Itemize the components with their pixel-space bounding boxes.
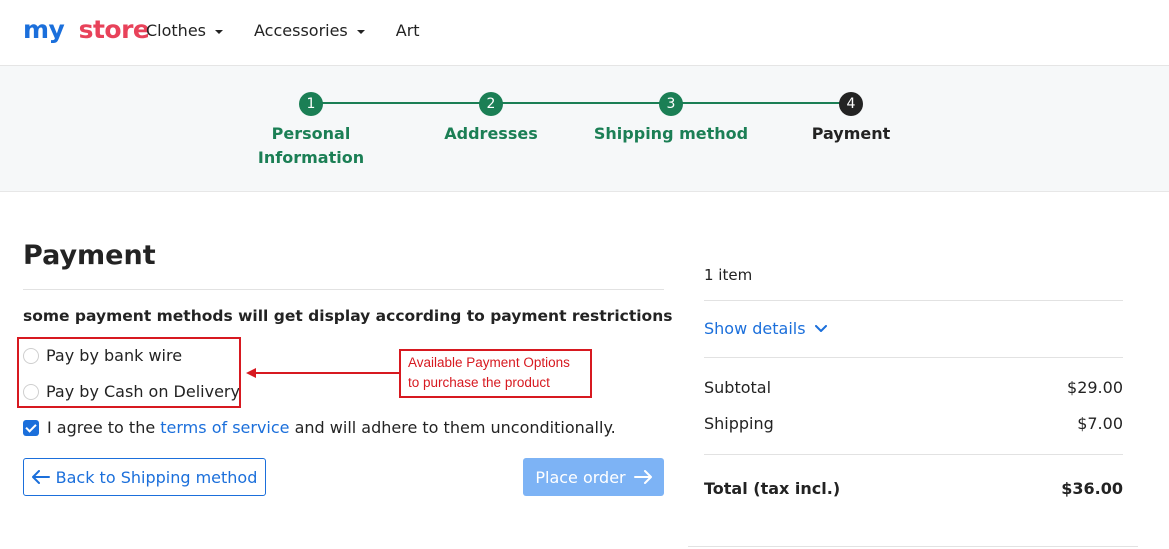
arrow-left-icon — [246, 368, 256, 378]
step-number: 4 — [839, 92, 863, 116]
nav-item-clothes[interactable]: Clothes — [146, 20, 223, 42]
logo-part-store: store — [78, 15, 150, 44]
step-shipping-method[interactable]: 3 Shipping method — [591, 92, 751, 146]
step-label: Addresses — [444, 124, 538, 143]
divider — [704, 454, 1123, 455]
divider — [704, 357, 1123, 358]
step-label-line: Information — [257, 148, 365, 167]
terms-of-service-link[interactable]: terms of service — [160, 418, 289, 437]
page-title: Payment — [23, 240, 156, 271]
summary-value: $29.00 — [1067, 378, 1123, 397]
checkout-stepper: 1 Personal Information 2 Addresses 3 Shi… — [0, 66, 1169, 192]
chevron-down-icon — [356, 29, 365, 34]
step-number: 3 — [659, 92, 683, 116]
summary-label: Shipping — [704, 414, 774, 433]
arrow-left-icon — [31, 470, 50, 484]
terms-agreement: I agree to the terms of service and will… — [23, 417, 616, 439]
divider — [23, 289, 664, 290]
back-to-shipping-button[interactable]: Back to Shipping method — [23, 458, 266, 496]
divider — [688, 546, 1138, 547]
divider — [704, 300, 1123, 301]
place-order-label: Place order — [535, 467, 626, 487]
nav-item-accessories[interactable]: Accessories — [254, 20, 365, 42]
summary-value: $36.00 — [1061, 479, 1123, 498]
annotation-text: Available Payment Options — [408, 355, 570, 370]
nav-item-label: Clothes — [146, 21, 206, 40]
terms-text: I agree to the terms of service and will… — [47, 417, 616, 439]
step-number: 2 — [479, 92, 503, 116]
terms-checkbox[interactable] — [23, 420, 39, 436]
annotation-highlight-box — [17, 337, 241, 408]
store-logo[interactable]: my store — [23, 14, 150, 46]
terms-prefix: I agree to the — [47, 418, 156, 437]
summary-row-total: Total (tax incl.) $36.00 — [704, 478, 1123, 500]
summary-value: $7.00 — [1077, 414, 1123, 433]
summary-label: Total (tax incl.) — [704, 479, 841, 498]
terms-suffix: and will adhere to them unconditionally. — [294, 418, 616, 437]
summary-row-subtotal: Subtotal $29.00 — [704, 377, 1123, 399]
step-label-line: Personal — [271, 124, 351, 143]
logo-part-my: my — [23, 15, 65, 44]
summary-row-shipping: Shipping $7.00 — [704, 413, 1123, 435]
nav-item-label: Art — [395, 21, 420, 40]
chevron-down-icon — [215, 29, 223, 34]
annotation-callout: Available Payment Options to purchase th… — [399, 349, 592, 398]
back-button-label: Back to Shipping method — [55, 467, 258, 487]
step-addresses[interactable]: 2 Addresses — [411, 92, 571, 146]
site-header: my store Clothes Accessories Art — [0, 0, 1169, 66]
show-details-label: Show details — [704, 319, 806, 338]
step-payment: 4 Payment — [771, 92, 931, 146]
arrow-right-icon — [633, 470, 652, 484]
show-details-toggle[interactable]: Show details — [704, 318, 827, 340]
step-label: Personal Information — [231, 122, 391, 170]
chevron-down-icon — [814, 325, 827, 332]
cart-item-count: 1 item — [704, 266, 753, 284]
step-label: Payment — [811, 124, 891, 143]
summary-label: Subtotal — [704, 378, 772, 397]
annotation-arrow-line — [255, 372, 400, 374]
annotation-text: to purchase the product — [408, 375, 550, 390]
step-number: 1 — [299, 92, 323, 116]
stepper-progress-line — [311, 102, 851, 104]
place-order-button[interactable]: Place order — [523, 458, 664, 496]
main-nav: Clothes Accessories Art — [146, 20, 451, 42]
step-label: Shipping method — [593, 124, 749, 143]
step-personal-information[interactable]: 1 Personal Information — [231, 92, 391, 170]
payment-restriction-notice: some payment methods will get display ac… — [23, 307, 673, 325]
nav-item-label: Accessories — [254, 21, 348, 40]
nav-item-art[interactable]: Art — [396, 20, 420, 42]
